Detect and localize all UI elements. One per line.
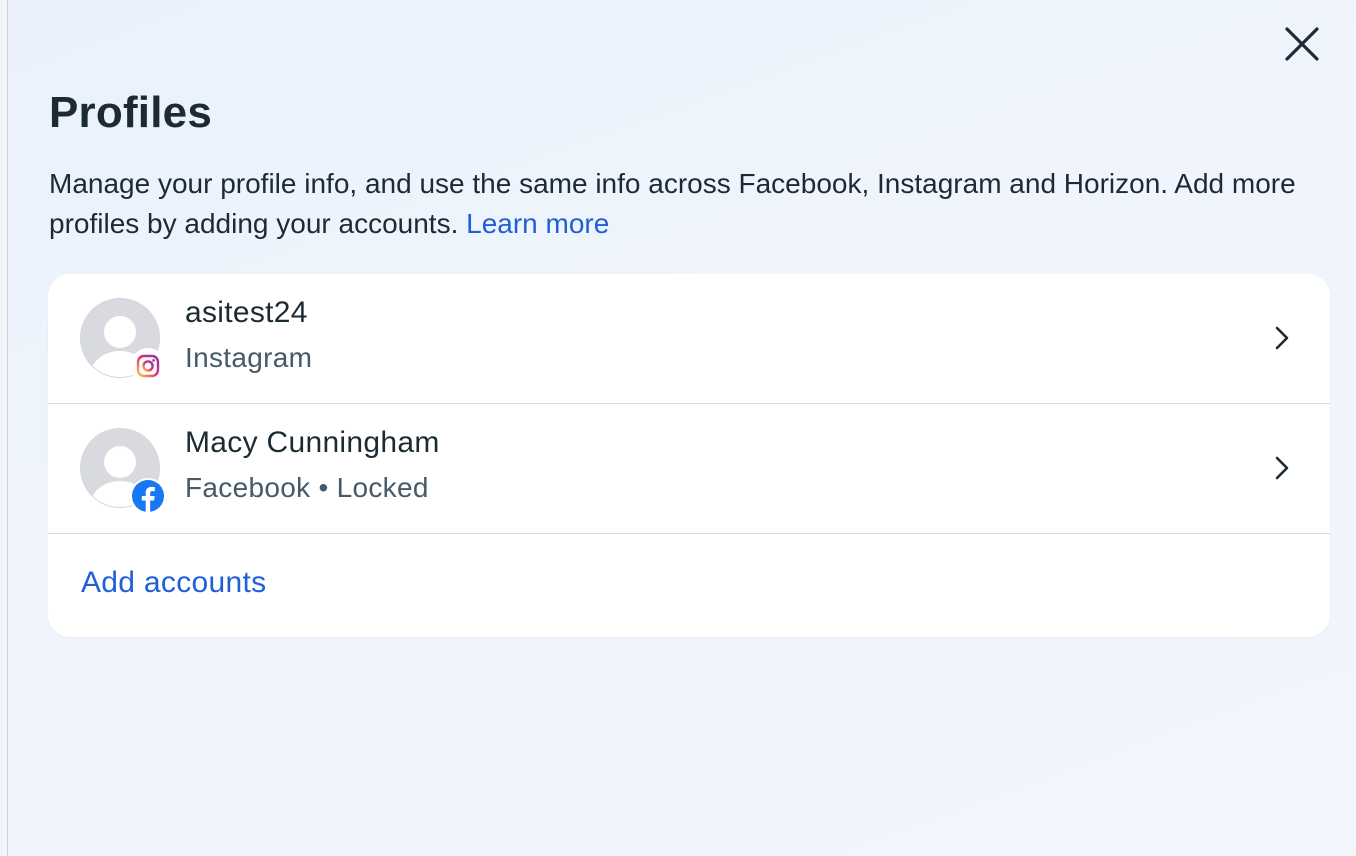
facebook-badge [130,478,166,514]
close-button[interactable] [1278,20,1326,68]
chevron-right-icon [1268,454,1296,482]
instagram-icon [136,354,160,378]
learn-more-link[interactable]: Learn more [466,208,609,239]
profile-avatar [80,428,166,514]
add-accounts-link[interactable]: Add accounts [81,566,266,600]
left-edge-divider [0,0,8,856]
profile-name: asitest24 [185,296,308,329]
instagram-badge [130,348,166,384]
page-description: Manage your profile info, and use the sa… [49,164,1339,244]
profile-platform: Instagram [185,342,313,373]
description-text: Manage your profile info, and use the sa… [49,168,1296,239]
facebook-icon [132,480,164,512]
profile-avatar [80,298,166,384]
row-divider [48,533,1330,534]
page-title: Profiles [49,88,212,137]
close-icon [1285,27,1319,61]
profile-name: Macy Cunningham [185,426,440,459]
profile-platform-status: Facebook • Locked [185,472,429,503]
profile-row-instagram[interactable]: asitest24 Instagram [48,274,1330,403]
chevron-right-icon [1268,324,1296,352]
profile-row-facebook[interactable]: Macy Cunningham Facebook • Locked [48,404,1330,533]
profiles-card: asitest24 Instagram Macy Cunningham Face… [48,274,1330,637]
